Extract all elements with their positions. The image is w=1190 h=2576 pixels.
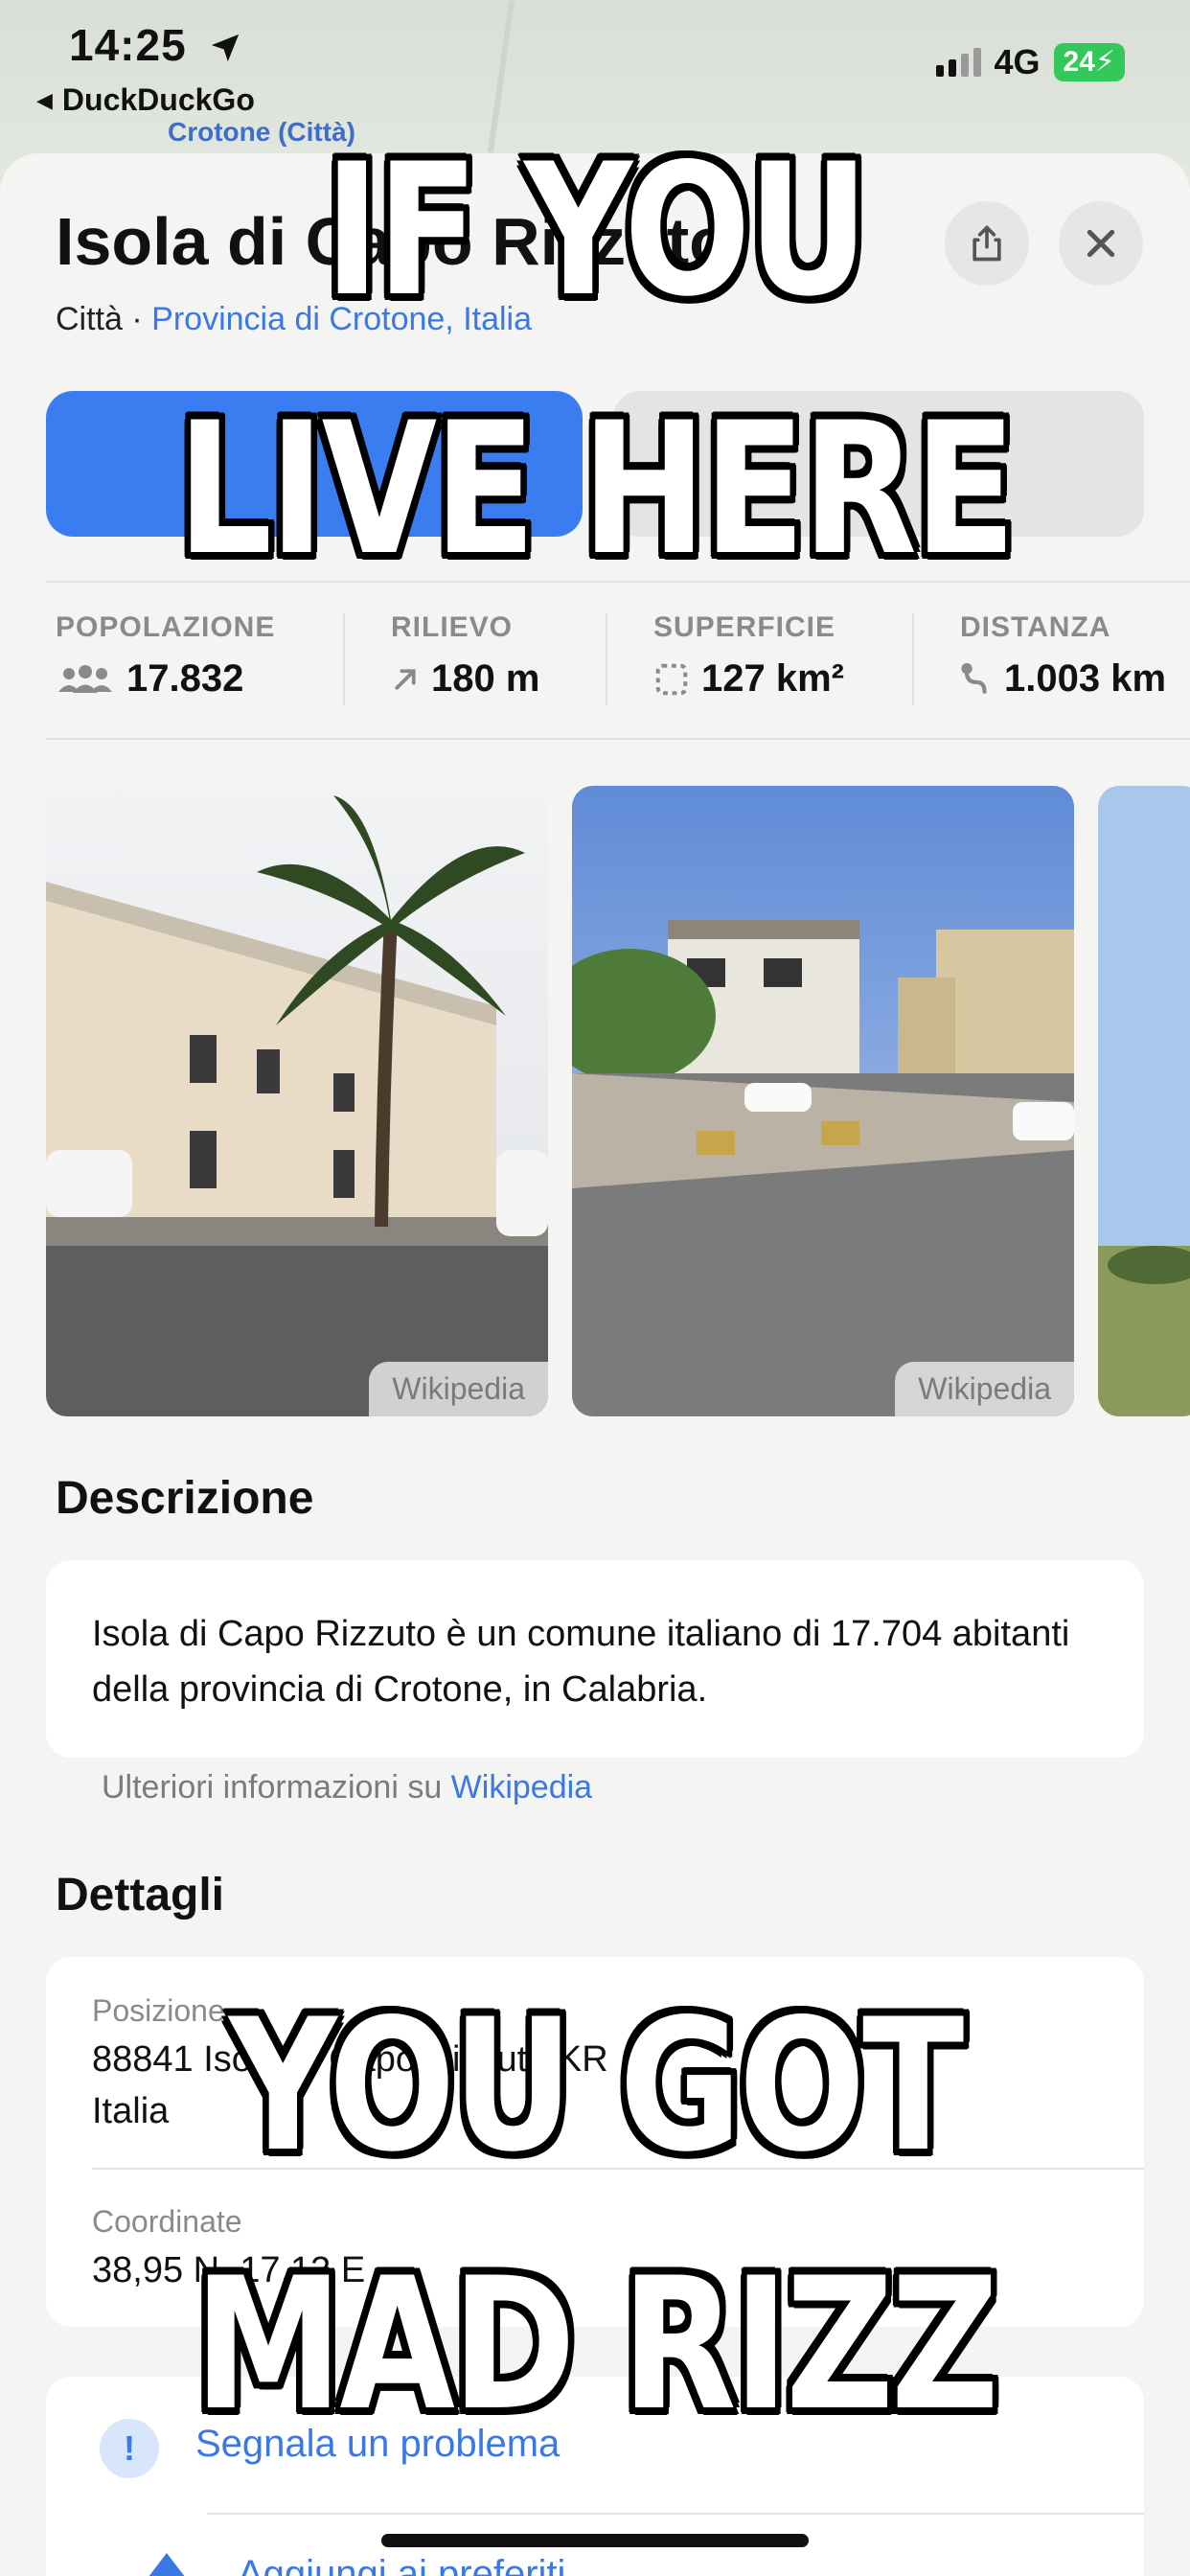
- route-icon: [961, 662, 987, 694]
- meme-top-line-2: LIVE HERE: [176, 383, 1016, 595]
- status-indicators: 4G 24⚡: [935, 42, 1125, 82]
- battery-badge: 24⚡: [1053, 43, 1125, 81]
- photo-town-hall[interactable]: Wikipedia: [46, 786, 548, 1416]
- signal-icon: [935, 48, 981, 77]
- more-info-line: Ulteriori informazioni su Wikipedia: [102, 1769, 592, 1806]
- divider: [343, 613, 345, 705]
- divider: [912, 613, 914, 705]
- photo-street-scene: [572, 786, 1074, 1416]
- stat-value-row: 127 km²: [653, 657, 844, 701]
- add-icon: [138, 2549, 195, 2576]
- home-indicator[interactable]: [381, 2534, 809, 2547]
- photo-building-palm: [46, 786, 548, 1416]
- description-text: Isola di Capo Rizzuto è un comune italia…: [92, 1614, 1070, 1710]
- divider: [207, 2513, 1144, 2515]
- description-card: Isola di Capo Rizzuto è un comune italia…: [46, 1560, 1144, 1758]
- location-arrow-icon: [209, 23, 241, 75]
- clock: 14:25: [69, 20, 187, 70]
- photo-street[interactable]: Wikipedia: [572, 786, 1074, 1416]
- stat-distance: DISTANZA 1.003 km: [960, 611, 1166, 701]
- people-icon: [58, 664, 112, 693]
- stat-value: 180 m: [431, 657, 540, 700]
- stat-area: SUPERFICIE 127 km²: [653, 611, 844, 701]
- network-type: 4G: [994, 42, 1041, 81]
- photo-landscape[interactable]: [1098, 786, 1190, 1416]
- meme-top-line-1: IF YOU: [324, 125, 868, 336]
- stat-value: 1.003 km: [1004, 657, 1167, 700]
- meme-bottom-caption: YOU GOT MAD RIZZ: [107, 1957, 1083, 2474]
- meme-top-caption: IF YOU LIVE HERE: [107, 102, 1083, 619]
- photo-credit: Wikipedia: [369, 1362, 548, 1416]
- battery-level: 24: [1063, 46, 1095, 78]
- divider: [46, 738, 1190, 740]
- wikipedia-link[interactable]: Wikipedia: [451, 1769, 592, 1806]
- stat-value-row: 180 m: [391, 657, 539, 701]
- meme-bottom-line-2: MAD RIZZ: [194, 2239, 999, 2450]
- stat-elevation: RILIEVO 180 m: [391, 611, 539, 701]
- status-time: 14:25: [69, 19, 241, 75]
- area-icon: [655, 663, 688, 695]
- stat-value-row: 17.832: [56, 657, 275, 701]
- photo-credit: Wikipedia: [895, 1362, 1074, 1416]
- close-icon: [1087, 229, 1115, 258]
- stat-population: POPOLAZIONE 17.832: [56, 611, 275, 701]
- back-triangle-icon: ◀: [36, 88, 53, 112]
- stat-value: 127 km²: [701, 657, 844, 700]
- divider: [606, 613, 607, 705]
- more-info-prefix: Ulteriori informazioni su: [102, 1769, 451, 1806]
- details-heading: Dettagli: [56, 1870, 225, 1920]
- elevation-arrow-icon: [395, 668, 416, 690]
- meme-bottom-line-1: YOU GOT: [228, 1980, 964, 2192]
- stat-value-row: 1.003 km: [960, 657, 1166, 701]
- photo-landscape-scene: [1098, 786, 1190, 1416]
- add-favorites-button[interactable]: Aggiungi ai preferiti: [238, 2553, 565, 2576]
- stat-value: 17.832: [126, 657, 244, 700]
- description-heading: Descrizione: [56, 1473, 314, 1524]
